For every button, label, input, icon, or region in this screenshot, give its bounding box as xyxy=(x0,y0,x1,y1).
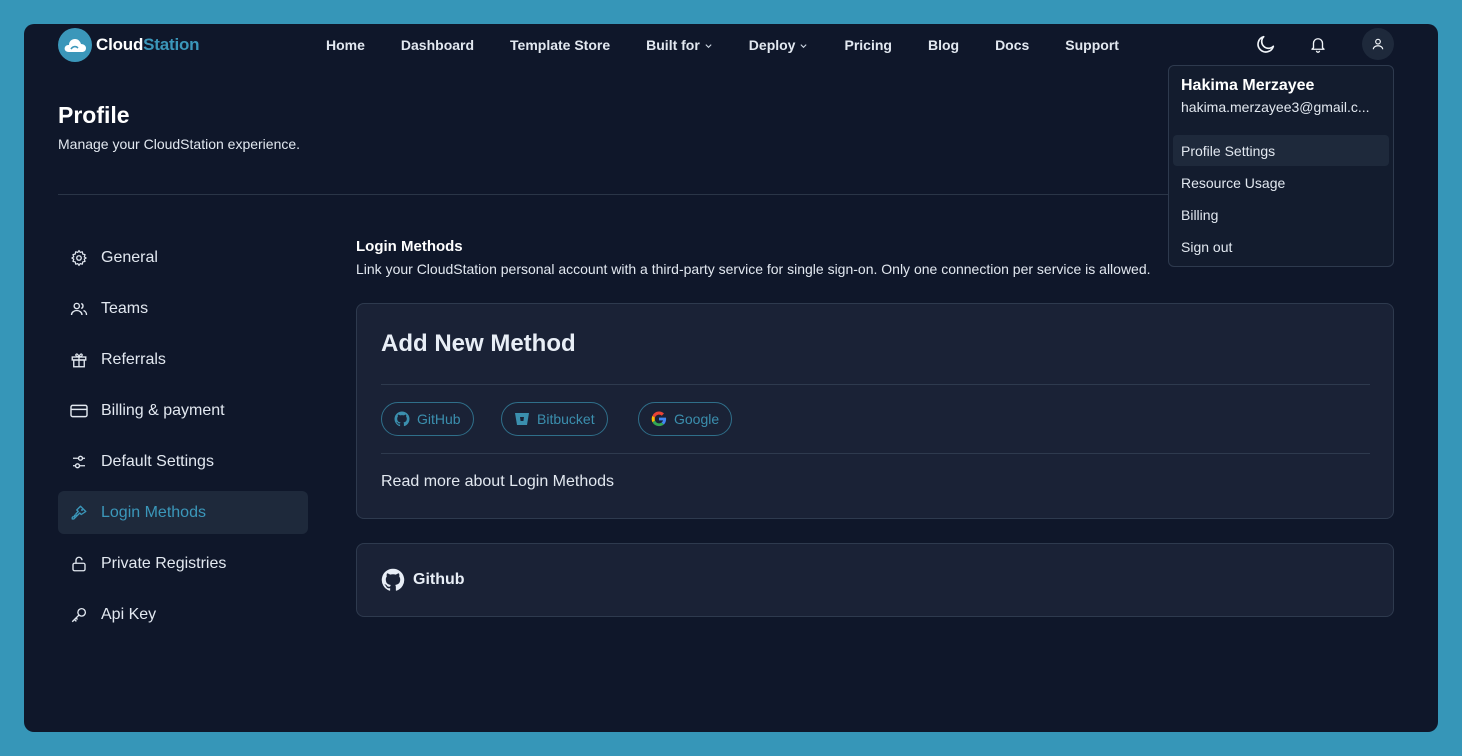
key-icon xyxy=(69,605,89,625)
card-divider xyxy=(381,453,1370,454)
card-title: Add New Method xyxy=(381,330,576,357)
sidebar-item-login-methods[interactable]: Login Methods xyxy=(58,491,308,534)
connected-method-card: Github xyxy=(356,543,1394,617)
connected-github: Github xyxy=(381,568,465,592)
github-icon xyxy=(381,568,405,591)
github-icon xyxy=(394,411,410,427)
gift-icon xyxy=(69,350,89,370)
provider-label: GitHub xyxy=(417,411,461,427)
sliders-icon xyxy=(69,452,89,472)
sidebar-item-label: Login Methods xyxy=(101,503,206,521)
moon-icon[interactable] xyxy=(1254,32,1278,56)
sidebar-item-label: General xyxy=(101,248,158,266)
lock-icon xyxy=(69,554,89,574)
read-more-link[interactable]: Read more about Login Methods xyxy=(381,473,614,491)
sidebar-item-label: Default Settings xyxy=(101,452,214,470)
user-name: Hakima Merzayee xyxy=(1181,77,1315,94)
menu-item-resource-usage[interactable]: Resource Usage xyxy=(1173,167,1389,198)
bell-icon[interactable] xyxy=(1308,33,1328,55)
sidebar-item-label: Teams xyxy=(101,299,149,317)
page-title: Profile xyxy=(58,102,130,128)
sidebar-item-label: Billing & payment xyxy=(101,401,225,419)
google-icon xyxy=(651,411,667,427)
section-title: Login Methods xyxy=(356,238,463,255)
sidebar-item-general[interactable]: General xyxy=(58,236,308,279)
main-nav: Home Dashboard Template Store Built for … xyxy=(326,35,1119,55)
chevron-down-icon xyxy=(800,43,808,48)
user-menu-button[interactable] xyxy=(1362,28,1394,60)
chevron-down-icon xyxy=(705,43,712,48)
nav-docs[interactable]: Docs xyxy=(995,35,1029,55)
provider-label: Google xyxy=(674,411,720,427)
logo[interactable]: CloudStation xyxy=(58,28,200,62)
nav-template-store[interactable]: Template Store xyxy=(510,35,610,55)
brand-name: CloudStation xyxy=(96,35,200,54)
provider-label: Bitbucket xyxy=(537,411,595,427)
gear-icon xyxy=(69,248,89,268)
sidebar-item-label: Api Key xyxy=(101,605,157,623)
key-icon xyxy=(69,503,89,523)
add-method-card: Add New Method GitHub Bitbucket Google R… xyxy=(356,303,1394,519)
menu-item-billing[interactable]: Billing xyxy=(1173,199,1389,230)
card-divider xyxy=(381,384,1370,385)
users-icon xyxy=(69,299,89,319)
github-login-button[interactable]: GitHub xyxy=(381,402,474,436)
sidebar-item-teams[interactable]: Teams xyxy=(58,287,308,330)
nav-built-for[interactable]: Built for xyxy=(646,35,713,55)
sidebar-item-referrals[interactable]: Referrals xyxy=(58,338,308,381)
cloud-logo-icon xyxy=(58,28,92,62)
nav-dashboard[interactable]: Dashboard xyxy=(401,35,474,55)
user-email: hakima.merzayee3@gmail.c... xyxy=(1181,99,1370,115)
sidebar-item-billing-payment[interactable]: Billing & payment xyxy=(58,389,308,432)
sidebar-item-label: Referrals xyxy=(101,350,166,368)
credit-card-icon xyxy=(69,401,89,421)
app-window: CloudStation Home Dashboard Template Sto… xyxy=(24,24,1438,732)
sidebar-item-private-registries[interactable]: Private Registries xyxy=(58,542,308,585)
section-description: Link your CloudStation personal account … xyxy=(356,261,1151,277)
nav-support[interactable]: Support xyxy=(1065,35,1119,55)
nav-deploy[interactable]: Deploy xyxy=(749,35,809,55)
sidebar-item-api-key[interactable]: Api Key xyxy=(58,593,308,636)
nav-home[interactable]: Home xyxy=(326,35,365,55)
user-icon xyxy=(1372,38,1384,50)
bitbucket-login-button[interactable]: Bitbucket xyxy=(501,402,608,436)
menu-item-sign-out[interactable]: Sign out xyxy=(1173,231,1389,262)
nav-blog[interactable]: Blog xyxy=(928,35,959,55)
google-login-button[interactable]: Google xyxy=(638,402,733,436)
user-dropdown-menu: Hakima Merzayee hakima.merzayee3@gmail.c… xyxy=(1168,65,1394,267)
connected-provider-label: Github xyxy=(413,571,465,588)
bitbucket-icon xyxy=(514,411,530,427)
sidebar-item-default-settings[interactable]: Default Settings xyxy=(58,440,308,483)
menu-item-profile-settings[interactable]: Profile Settings xyxy=(1173,135,1389,166)
sidebar-item-label: Private Registries xyxy=(101,554,227,572)
nav-pricing[interactable]: Pricing xyxy=(844,35,891,55)
page-subtitle: Manage your CloudStation experience. xyxy=(58,136,301,152)
